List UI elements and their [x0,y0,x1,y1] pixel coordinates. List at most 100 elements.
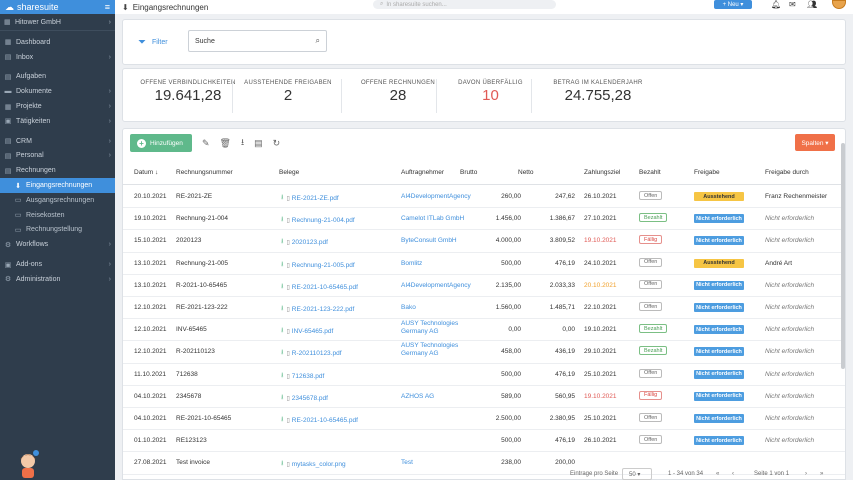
attachment-link[interactable]: INV-65465.pdf [292,328,334,335]
sidebar-item-rechnungen[interactable]: ▤ Rechnungen [0,163,115,178]
attachment-link[interactable]: RE-2021-123-222.pdf [292,306,355,313]
download-icon[interactable]: ⭳ [281,193,283,204]
table-row[interactable]: 13.10.2021 Rechnung-21-005 ⭳ ▯ Rechnung-21-0… [123,253,845,275]
trash-icon[interactable]: 🗑︎ [220,138,231,149]
cell-contractor-link[interactable]: Test [401,459,413,466]
sidebar-item-eingangsrechnungen[interactable]: ⬇ Eingangsrechnungen [0,178,115,193]
cell-contractor-link[interactable]: AZHOS AG [401,393,434,400]
download-icon[interactable]: ⭳ [281,260,283,271]
cell-attachment[interactable]: ⭳ ▯ Rechnung-21-005.pdf [281,260,355,271]
attachment-link[interactable]: RE-2021-10-65465.pdf [292,284,358,291]
sidebar-item-personal[interactable]: ▤ Personal › [0,149,115,164]
bell-icon[interactable]: 🔔︎ [771,0,781,9]
document-icon[interactable]: ▤ [254,138,263,149]
user-avatar[interactable] [832,0,846,9]
cell-attachment[interactable]: ⭳ ▯ RE-2021-ZE.pdf [281,193,339,204]
sidebar-item-ausgangsrechnungen[interactable]: ▭ Ausgangsrechnungen [0,193,115,208]
download-icon[interactable]: ⭳ [281,304,283,315]
cell-contractor-link[interactable]: Camelot ITLab GmbH [401,215,464,222]
table-row[interactable]: 12.10.2021 RE-2021-123-222 ⭳ ▯ RE-2021-123-2… [123,297,845,320]
download-icon[interactable]: ⭳ [281,237,283,248]
column-header[interactable]: Auftragnehmer [401,169,444,176]
assistant-avatar[interactable] [16,450,40,478]
table-row[interactable]: 13.10.2021 R-2021-10-65465 ⭳ ▯ RE-2021-10-65… [123,275,845,297]
sidebar-item-dokumente[interactable]: ▬ Dokumente › [0,84,115,99]
new-button[interactable]: + Neu ▾ [714,0,752,9]
cell-attachment[interactable]: ⭳ ▯ R-202110123.pdf [281,348,342,359]
cell-attachment[interactable]: ⭳ ▯ 712638.pdf [281,371,324,382]
refresh-icon[interactable]: ↻ [273,138,281,149]
download-icon[interactable]: ⭳ [281,348,283,359]
download-icon[interactable]: ⭳ [281,393,283,404]
table-row[interactable]: 04.10.2021 2345678 ⭳ ▯ 2345678.pdf AZHOS AG 58… [123,386,845,408]
table-row[interactable]: 15.10.2021 2020123 ⭳ ▯ 2020123.pdf ByteConsul… [123,230,845,253]
cell-contractor-link[interactable]: AUSY Technologies Germany AG [401,320,463,336]
edit-icon[interactable]: ✎ [202,138,210,149]
attachment-link[interactable]: RE-2021-ZE.pdf [292,195,339,202]
cell-attachment[interactable]: ⭳ ▯ 2345678.pdf [281,393,328,404]
mail-icon[interactable]: ✉ [789,0,796,9]
search-icon[interactable]: ⌕ [316,36,320,46]
filter-button[interactable]: ⏷ Filter [138,37,168,48]
sidebar-item-aufgaben[interactable]: ▤ Aufgaben [0,70,115,85]
table-row[interactable]: 04.10.2021 RE-2021-10-65465 ⭳ ▯ RE-2021-10-6… [123,408,845,431]
sidebar-item-inbox[interactable]: ▤ Inbox › [0,50,115,65]
column-header[interactable]: Brutto [460,169,477,176]
column-header[interactable]: Netto [518,169,534,176]
sidebar-item-projekte[interactable]: ▦ Projekte › [0,99,115,114]
add-button[interactable]: + Hinzufügen [130,134,192,152]
cell-contractor-link[interactable]: AUSY Technologies Germany AG [401,342,463,358]
sidebar-item-workflows[interactable]: ⚙ Workflows › [0,237,115,252]
attachment-link[interactable]: RE-2021-10-65465.pdf [292,417,358,424]
cell-attachment[interactable]: ⭳ ▯ 2020123.pdf [281,237,328,248]
sidebar-item-administration[interactable]: ⚙ Administration › [0,272,115,287]
download-icon[interactable]: ⭳ [281,215,283,226]
table-row[interactable]: 12.10.2021 INV-65465 ⭳ ▯ INV-65465.pdf AUSY T… [123,319,845,342]
sidebar-item-add-ons[interactable]: ▣ Add-ons › [0,257,115,272]
per-page-select[interactable]: 50 ▾ [622,468,652,480]
download-icon[interactable]: ⭳ [281,371,283,382]
columns-button[interactable]: Spalten ▾ [795,134,835,151]
download-icon[interactable]: ⭳ [281,282,283,293]
table-row[interactable]: 11.10.2021 712638 ⭳ ▯ 712638.pdf 500,00 476,19… [123,364,845,386]
global-search-input[interactable]: ⌕ In sharesuite suchen... [373,0,556,9]
attachment-link[interactable]: R-202110123.pdf [292,350,342,357]
column-header[interactable]: Freigabe durch [765,169,809,176]
first-page-button[interactable]: « [716,471,719,477]
column-header[interactable]: Datum ↓ [134,169,158,176]
sidebar-item-rechnungstellung[interactable]: ▭ Rechnungstellung [0,223,115,238]
table-row[interactable]: 12.10.2021 R-202110123 ⭳ ▯ R-202110123.pdf AU… [123,341,845,364]
cell-attachment[interactable]: ⭳ ▯ INV-65465.pdf [281,326,333,337]
cell-attachment[interactable]: ⭳ ▯ RE-2021-123-222.pdf [281,304,354,315]
attachment-link[interactable]: Rechnung-21-005.pdf [292,262,355,269]
next-page-button[interactable]: › [805,471,807,477]
sidebar-item-dashboard[interactable]: ▦ Dashboard [0,35,115,50]
cell-contractor-link[interactable]: ByteConsult GmbH [401,237,457,244]
attachment-link[interactable]: 2020123.pdf [292,239,328,246]
last-page-button[interactable]: » [820,471,823,477]
download-icon[interactable]: ⭳ [281,415,283,426]
column-header[interactable]: Zahlungsziel [584,169,621,176]
cell-attachment[interactable]: ⭳ ▯ Rechnung-21-004.pdf [281,215,355,226]
cell-contractor-link[interactable]: Bako [401,304,416,311]
table-row[interactable]: 20.10.2021 RE-2021-ZE ⭳ ▯ RE-2021-ZE.pdf AI4D… [123,186,845,209]
scrollbar[interactable] [841,143,845,369]
sidebar-item-crm[interactable]: ▤ CRM › [0,134,115,149]
column-header[interactable]: Belege [279,169,299,176]
filter-search-input[interactable]: Suche ⌕ [188,30,327,52]
sidebar-item-tätigkeiten[interactable]: ▣ Tätigkeiten › [0,114,115,129]
cell-attachment[interactable]: ⭳ ▯ RE-2021-10-65465.pdf [281,282,358,293]
column-header[interactable]: Bezahlt [639,169,661,176]
download-icon[interactable]: ⭳ [241,135,244,151]
column-header[interactable]: Freigabe [694,169,720,176]
sidebar-item-reisekosten[interactable]: ▭ Reisekosten [0,208,115,223]
org-selector[interactable]: ▦ Hitower GmbH › [0,14,115,31]
cell-contractor-link[interactable]: Bomlitz [401,260,422,267]
download-icon[interactable]: ⭳ [281,326,283,337]
attachment-link[interactable]: Rechnung-21-004.pdf [292,217,355,224]
attachment-link[interactable]: 712638.pdf [292,373,325,380]
table-row[interactable]: 19.10.2021 Rechnung-21-004 ⭳ ▯ Rechnung-21-0… [123,208,845,231]
prev-page-button[interactable]: ‹ [732,471,734,477]
users-icon[interactable]: 👥︎ [807,0,817,9]
cell-attachment[interactable]: ⭳ ▯ RE-2021-10-65465.pdf [281,415,358,426]
